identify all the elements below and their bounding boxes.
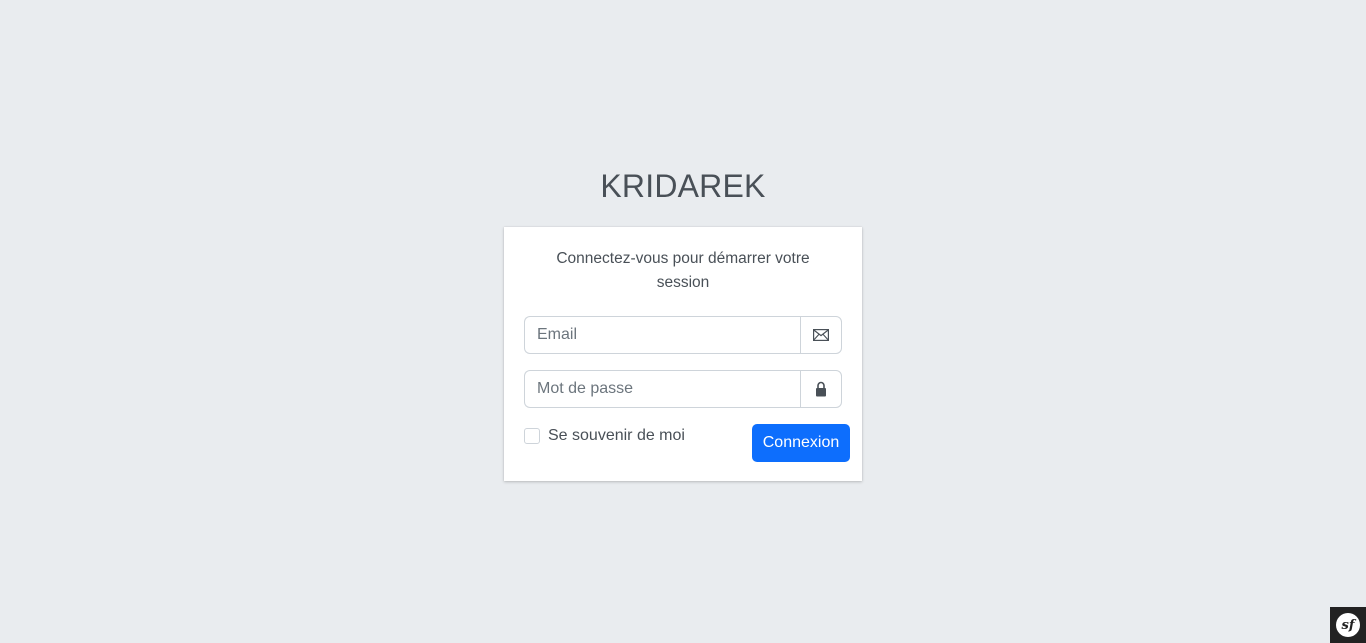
password-addon — [800, 370, 842, 408]
login-box: KRIDAREK Connectez-vous pour démarrer vo… — [504, 164, 862, 481]
login-card: Connectez-vous pour démarrer votre sessi… — [504, 227, 862, 481]
email-addon — [800, 316, 842, 354]
lock-icon — [816, 381, 826, 397]
login-actions: Se souvenir de moi Connexion — [524, 424, 850, 464]
email-input-group — [524, 316, 842, 354]
password-input[interactable] — [524, 370, 800, 408]
login-message: Connectez-vous pour démarrer votre sessi… — [556, 250, 810, 291]
remember-me-label: Se souvenir de moi — [548, 427, 685, 444]
remember-me[interactable]: Se souvenir de moi — [524, 424, 685, 448]
email-input[interactable] — [524, 316, 800, 354]
app-logo[interactable]: KRIDAREK — [504, 164, 862, 208]
remember-me-checkbox[interactable] — [524, 428, 540, 444]
symfony-debug-toolbar[interactable]: sf — [1330, 607, 1366, 643]
symfony-logo-icon[interactable]: sf — [1336, 613, 1360, 637]
login-button[interactable]: Connexion — [752, 424, 850, 462]
password-input-group — [524, 370, 842, 408]
envelope-icon — [813, 329, 829, 341]
